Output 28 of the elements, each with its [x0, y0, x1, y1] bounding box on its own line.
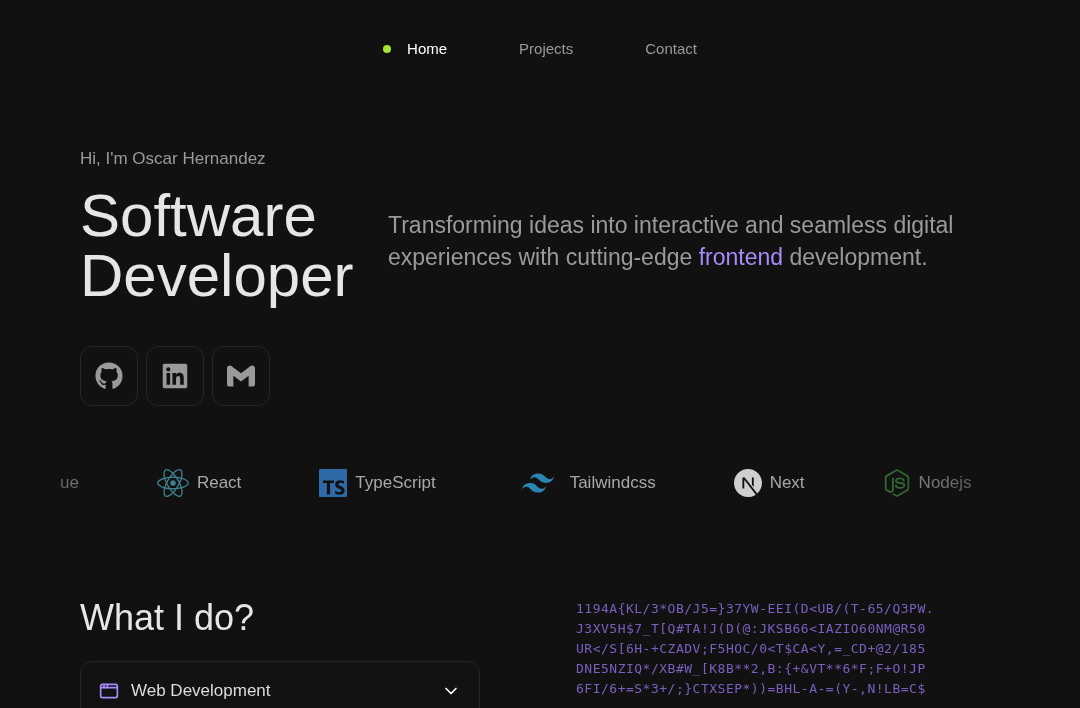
greeting-text: Hi, I'm Oscar Hernandez	[80, 148, 267, 170]
code-rain-text: UR</S[6H-+CZADV;F5HOC/0<T$CA<Y,=_CD+@2/185	[576, 639, 927, 658]
typescript-icon	[319, 468, 348, 497]
tagline-text: Transforming ideas into interactive and seamless digital experiences with cutting-edge frontend development.	[388, 210, 955, 272]
nav-link[interactable]: Projects	[519, 39, 574, 59]
github-link[interactable]	[80, 345, 138, 406]
linkedin-icon	[161, 361, 189, 390]
hexagon-icon	[882, 468, 911, 497]
code-rain-text: 1194A{KL/3*OB/J5=}37YW-EEI(D<UB/(T-65/Q3PW.	[576, 599, 935, 618]
tech-label: TypeScript	[355, 471, 436, 494]
linkedin-link[interactable]	[146, 345, 204, 406]
tech-label: Next	[769, 471, 805, 494]
next-icon	[733, 468, 762, 497]
accordion-item[interactable]: Web Development	[80, 660, 480, 708]
github-icon	[95, 361, 123, 390]
nav-link[interactable]: Home	[383, 39, 448, 59]
tech-label: Tailwindcss	[569, 471, 656, 494]
mail-link[interactable]	[212, 345, 270, 406]
nav-link[interactable]: Contact	[645, 39, 697, 59]
code-rain-text: DNE5NZIQ*/XB#W_[K8B**2,B:{+&VT**6*F;F+O!JP	[576, 659, 927, 678]
atom-icon	[156, 466, 189, 499]
hero-title: Software Developer	[80, 185, 355, 306]
tech-label: ue	[60, 471, 79, 494]
tech-label: Nodejs	[918, 471, 972, 494]
code-rain-text: J3XV5H$7_T[Q#TA!J(D(@:JKSB66<IAZIO60NM@R50	[576, 619, 927, 638]
code-rain-text: 6FI/6+=S*3+/;}CTXSEP*))=BHL-A-=(Y-,N!LB=C$	[576, 679, 927, 698]
tech-label: React	[196, 471, 242, 494]
section-title: What I do?	[80, 595, 256, 640]
